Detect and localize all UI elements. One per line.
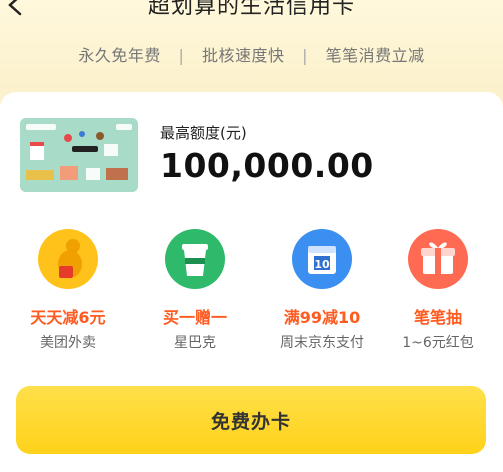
gift-box-icon — [408, 229, 468, 289]
divider: | — [302, 46, 308, 65]
divider: | — [178, 46, 185, 65]
benefit-item[interactable]: 天天减6元 美团外卖 — [8, 228, 128, 352]
limit-label: 最高额度(元) — [160, 124, 247, 142]
feature-item: 永久免年费 — [78, 46, 161, 65]
limit-value: 100,000.00 — [160, 146, 374, 185]
benefit-subtitle: 星巴克 — [174, 335, 216, 351]
credit-card-image — [20, 118, 138, 192]
benefit-item[interactable]: 买一赠一 星巴克 — [135, 228, 255, 352]
benefit-title: 买一赠一 — [162, 308, 227, 327]
benefit-subtitle: 1~6元红包 — [402, 335, 474, 351]
benefit-item[interactable]: 10 满99减10 周末京东支付 — [262, 228, 382, 352]
svg-text:10: 10 — [314, 258, 330, 271]
apply-card-button-label: 免费办卡 — [210, 410, 291, 433]
benefit-title: 天天减6元 — [30, 308, 106, 327]
coffee-cup-icon — [165, 229, 225, 289]
benefit-title: 笔笔抽 — [413, 308, 462, 327]
apply-card-button[interactable]: 免费办卡 — [16, 386, 486, 454]
benefit-subtitle: 周末京东支付 — [280, 335, 364, 351]
page-title: 超划算的生活信用卡 — [147, 0, 355, 19]
card-illustration-icon — [20, 118, 138, 192]
benefit-subtitle: 美团外卖 — [40, 335, 96, 351]
benefit-title: 满99减10 — [283, 308, 361, 327]
benefit-item[interactable]: 笔笔抽 1~6元红包 — [378, 228, 498, 352]
feature-item: 笔笔消费立减 — [325, 46, 425, 65]
feature-list: 永久免年费 | 批核速度快 | 笔笔消费立减 — [0, 42, 503, 66]
kangaroo-icon — [38, 229, 98, 289]
feature-item: 批核速度快 — [201, 46, 285, 65]
calendar-icon: 10 — [292, 229, 352, 289]
